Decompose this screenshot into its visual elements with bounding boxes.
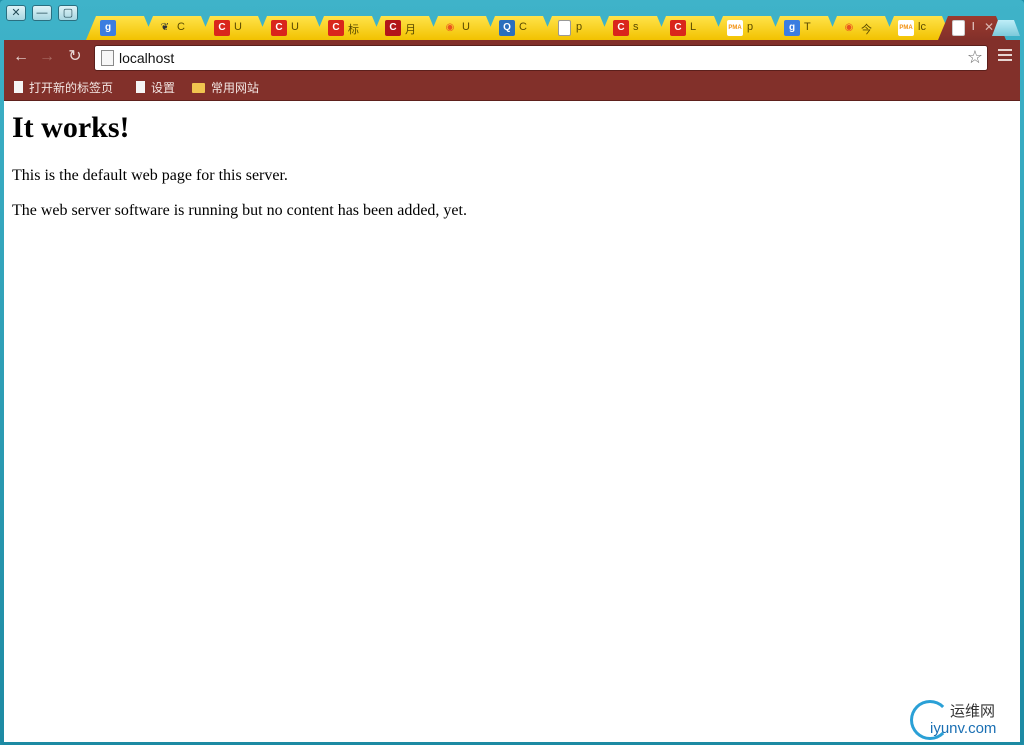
close-tab-icon[interactable]: ✕ xyxy=(984,20,994,34)
title-bar: ✕ — ▢ g ❦ C C U C U C 标 C 月 ◉ U Q C p C … xyxy=(0,0,1024,40)
page-content: It works! This is the default web page f… xyxy=(4,101,1020,742)
tab-title: 标 xyxy=(348,24,359,36)
q-icon: Q xyxy=(499,20,515,36)
page-icon xyxy=(558,20,571,36)
google-icon: g xyxy=(784,20,800,36)
page-icon xyxy=(952,20,965,36)
ubuntu-icon: ◉ xyxy=(445,22,455,33)
tab-4[interactable]: C U xyxy=(257,16,325,40)
tab-3[interactable]: C U xyxy=(200,16,268,40)
url-text[interactable]: localhost xyxy=(119,50,174,66)
tab-title: C xyxy=(177,21,185,33)
watermark-line-1: 运维网 xyxy=(950,703,996,720)
tab-1[interactable]: g xyxy=(86,16,154,40)
c-logo-icon: C xyxy=(214,20,230,36)
page-icon xyxy=(14,81,23,93)
tab-title: 月 xyxy=(405,24,416,36)
tab-title: T xyxy=(804,21,811,33)
tab-title: C xyxy=(519,21,527,33)
phpmyadmin-icon: PMA xyxy=(898,20,914,36)
tab-7[interactable]: ◉ U xyxy=(428,16,496,40)
reload-button[interactable]: ↻ xyxy=(66,48,84,66)
address-bar[interactable]: localhost ☆ xyxy=(94,45,988,71)
google-icon: g xyxy=(100,20,116,36)
tab-14[interactable]: ◉ 今 xyxy=(827,16,895,40)
back-button[interactable]: ← xyxy=(12,48,30,66)
tab-title: U xyxy=(462,21,470,33)
tab-title: lc xyxy=(918,21,926,33)
bookmark-label: 打开新的标签页 xyxy=(29,81,114,95)
bookmark-folder-common-sites[interactable]: 常用网站 xyxy=(192,79,259,96)
gnome-icon: ❦ xyxy=(160,22,170,33)
tab-title: L xyxy=(690,21,697,33)
c-logo-icon: C xyxy=(328,20,344,36)
tab-10[interactable]: C s xyxy=(599,16,667,40)
tab-title: p xyxy=(576,21,583,33)
tab-5[interactable]: C 标 xyxy=(314,16,382,40)
c-logo-icon: C xyxy=(271,20,287,36)
c-logo-icon: C xyxy=(613,20,629,36)
tab-title: U xyxy=(234,21,242,33)
forward-button[interactable]: → xyxy=(38,48,56,66)
tab-title: s xyxy=(633,21,639,33)
tab-2[interactable]: ❦ C xyxy=(143,16,211,40)
tab-9[interactable]: p xyxy=(542,16,610,40)
minimize-window-button[interactable]: — xyxy=(32,5,52,21)
maximize-window-button[interactable]: ▢ xyxy=(58,5,78,21)
tab-12[interactable]: PMA p xyxy=(713,16,781,40)
c-logo-icon: C xyxy=(670,20,686,36)
page-paragraph-1: This is the default web page for this se… xyxy=(12,167,288,184)
tab-title: U xyxy=(291,21,299,33)
bookmark-settings[interactable]: 设置 xyxy=(136,79,175,96)
page-icon xyxy=(101,50,114,66)
watermark: 运维网 iyunv.com xyxy=(910,698,1010,740)
tab-6[interactable]: C 月 xyxy=(371,16,439,40)
toolbar: ← → ↻ localhost ☆ xyxy=(4,40,1020,74)
tab-8[interactable]: Q C xyxy=(485,16,553,40)
bookmark-star-icon[interactable]: ☆ xyxy=(967,47,983,68)
page-paragraph-2: The web server software is running but n… xyxy=(12,202,467,219)
browser-window: ✕ — ▢ g ❦ C C U C U C 标 C 月 ◉ U Q C p C … xyxy=(0,0,1024,745)
close-window-button[interactable]: ✕ xyxy=(6,5,26,21)
tab-13[interactable]: g T xyxy=(770,16,838,40)
bookmarks-bar: 打开新的标签页 设置 常用网站 xyxy=(4,74,1020,101)
bookmark-label: 常用网站 xyxy=(211,81,260,95)
tab-11[interactable]: C L xyxy=(656,16,724,40)
c-logo-icon: C xyxy=(385,20,401,36)
folder-icon xyxy=(192,83,205,93)
tab-title: p xyxy=(747,21,754,33)
bookmark-label: 设置 xyxy=(151,81,176,95)
menu-icon[interactable] xyxy=(998,49,1012,63)
page-icon xyxy=(136,81,145,93)
page-heading: It works! xyxy=(12,111,130,144)
watermark-line-2: iyunv.com xyxy=(930,720,997,737)
ubuntu-icon: ◉ xyxy=(844,22,854,33)
tab-title: 今 xyxy=(861,24,872,36)
phpmyadmin-icon: PMA xyxy=(727,20,743,36)
bookmark-new-tab[interactable]: 打开新的标签页 xyxy=(14,79,113,96)
